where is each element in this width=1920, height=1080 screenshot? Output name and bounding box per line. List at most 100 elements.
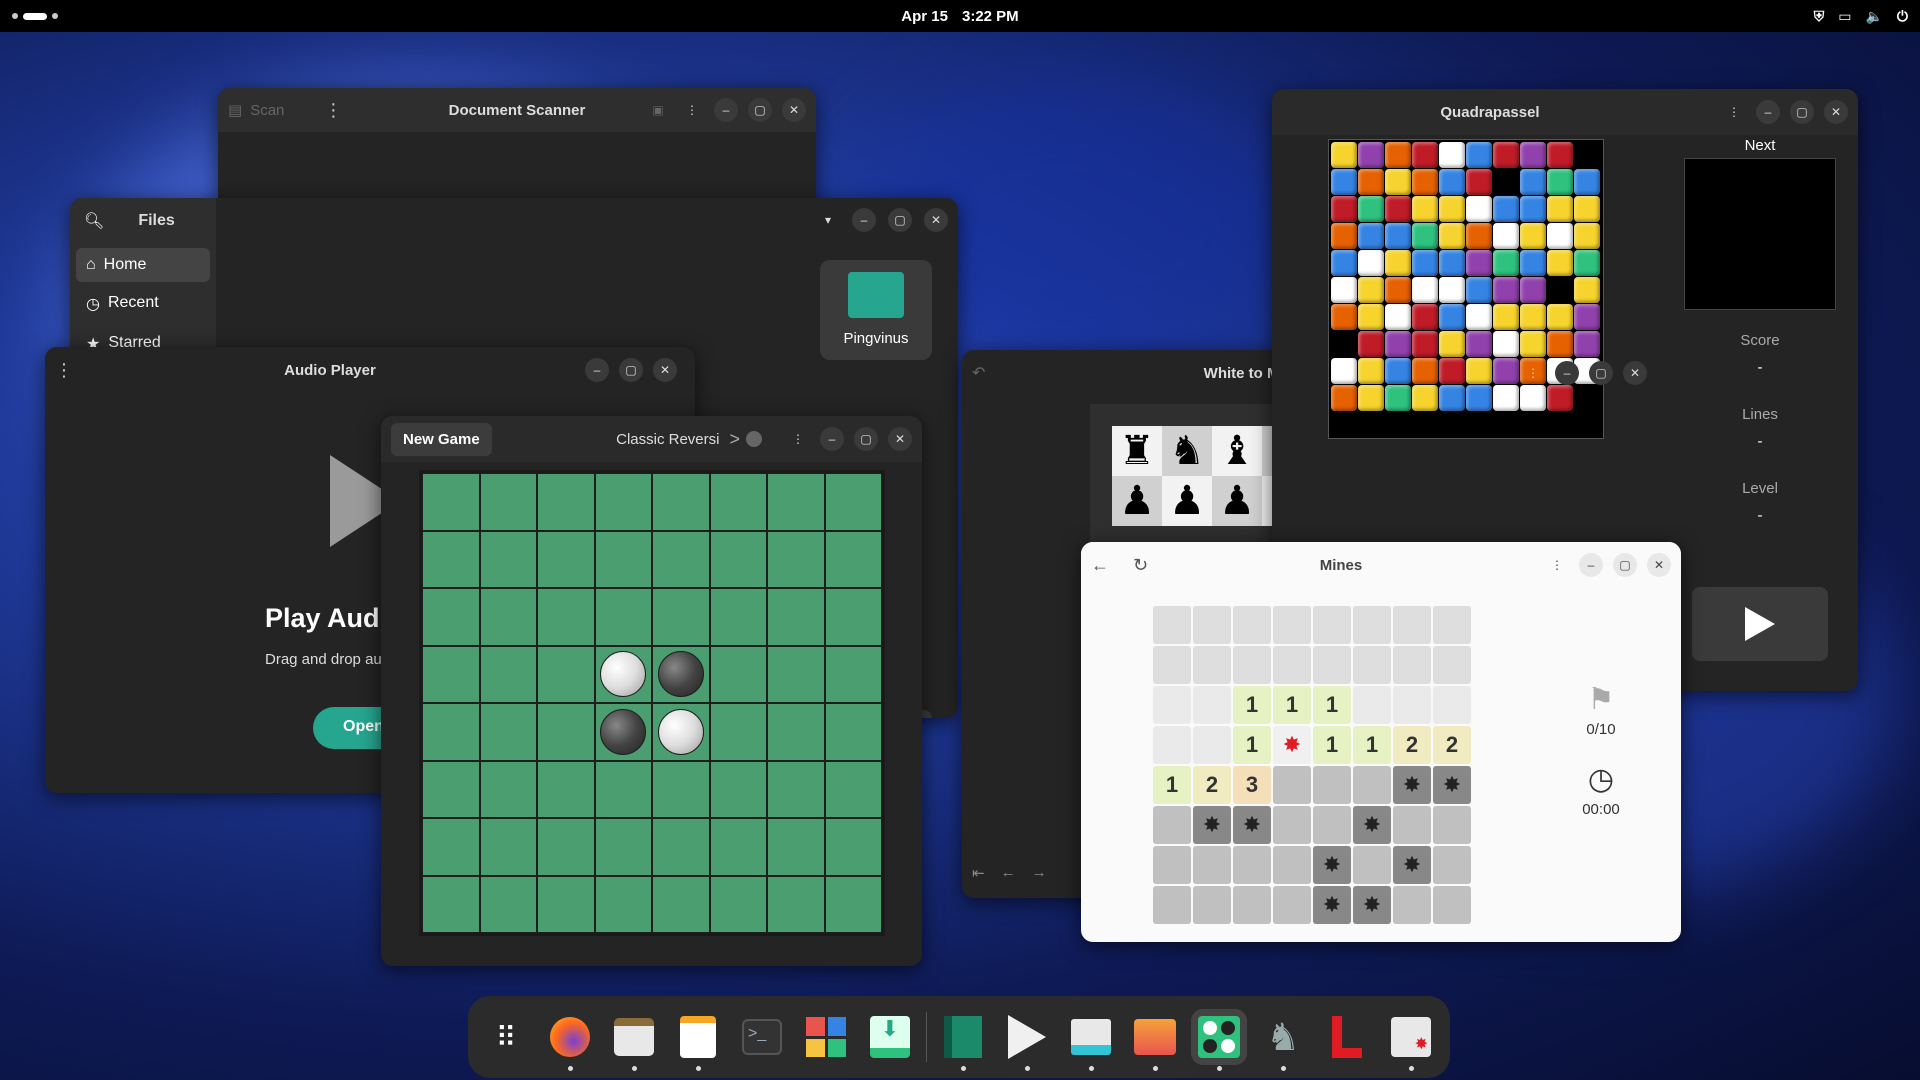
mine-cell[interactable]: ✸	[1313, 886, 1351, 924]
unrevealed-cell[interactable]	[1193, 686, 1231, 724]
board-cell[interactable]	[594, 875, 652, 933]
menu-icon[interactable]: ⋮	[1521, 361, 1545, 385]
close-button[interactable]: ✕	[1647, 553, 1671, 577]
board-cell[interactable]	[594, 473, 652, 531]
board-cell[interactable]	[824, 645, 882, 703]
number-cell[interactable]: 1	[1313, 686, 1351, 724]
number-cell[interactable]: 3	[1233, 766, 1271, 804]
unrevealed-cell[interactable]	[1153, 846, 1191, 884]
minefield[interactable]: 1 1 1 1 ✸ 1 1 2 2 1 2 3 ✸ ✸ ✸ ✸ ✸ ✸ ✸ ✸ ✸	[1153, 606, 1471, 924]
unrevealed-cell[interactable]	[1393, 686, 1431, 724]
board-cell[interactable]	[479, 760, 537, 818]
board-cell[interactable]	[767, 818, 825, 876]
board-cell[interactable]	[824, 875, 882, 933]
unrevealed-cell[interactable]	[1153, 606, 1191, 644]
board-cell[interactable]	[422, 818, 480, 876]
maximize-button[interactable]: ▢	[1613, 553, 1637, 577]
unrevealed-cell[interactable]	[1193, 606, 1231, 644]
board-cell[interactable]	[824, 703, 882, 761]
board-cell[interactable]	[537, 875, 595, 933]
board-cell[interactable]	[767, 760, 825, 818]
scan-menu-icon[interactable]: ⋮	[324, 100, 342, 121]
unrevealed-cell[interactable]	[1153, 646, 1191, 684]
new-game-button[interactable]: New Game	[391, 422, 492, 456]
shield-icon[interactable]: ⛨	[1814, 8, 1825, 25]
unrevealed-cell[interactable]	[1233, 646, 1271, 684]
software-updater-icon[interactable]: ⬇	[862, 1009, 918, 1065]
first-move-icon[interactable]: ⇤	[972, 864, 985, 882]
board-cell[interactable]	[652, 473, 710, 531]
board-cell[interactable]	[594, 703, 652, 761]
board-cell[interactable]	[422, 703, 480, 761]
number-cell[interactable]: 1	[1273, 686, 1311, 724]
minimize-button[interactable]: –	[714, 98, 738, 122]
board-cell[interactable]	[537, 473, 595, 531]
board-cell[interactable]	[767, 875, 825, 933]
unrevealed-cell[interactable]	[1353, 846, 1391, 884]
unrevealed-cell[interactable]	[1313, 766, 1351, 804]
unrevealed-cell[interactable]	[1433, 686, 1471, 724]
close-button[interactable]: ✕	[653, 358, 677, 382]
board-cell[interactable]	[537, 645, 595, 703]
unrevealed-cell[interactable]	[1273, 646, 1311, 684]
chess-square[interactable]: ♟	[1162, 476, 1212, 526]
chess-square[interactable]: ♜	[1112, 426, 1162, 476]
unrevealed-cell[interactable]	[1433, 806, 1471, 844]
unrevealed-cell[interactable]	[1353, 686, 1391, 724]
maximize-button[interactable]: ▢	[1790, 100, 1814, 124]
board-cell[interactable]	[479, 473, 537, 531]
board-cell[interactable]	[824, 760, 882, 818]
board-cell[interactable]	[537, 530, 595, 588]
unrevealed-cell[interactable]	[1433, 646, 1471, 684]
maximize-button[interactable]: ▢	[888, 208, 912, 232]
close-button[interactable]: ✕	[1824, 100, 1848, 124]
firefox-icon[interactable]	[542, 1009, 598, 1071]
board-cell[interactable]	[824, 473, 882, 531]
activities-indicator[interactable]	[12, 12, 58, 20]
mine-cell[interactable]: ✸	[1393, 766, 1431, 804]
number-cell[interactable]: 1	[1353, 726, 1391, 764]
board-cell[interactable]	[422, 760, 480, 818]
mine-cell[interactable]: ✸	[1313, 846, 1351, 884]
undo-icon[interactable]: ↶	[972, 363, 985, 383]
chess-square[interactable]: ♝	[1212, 426, 1262, 476]
board-cell[interactable]	[479, 818, 537, 876]
unrevealed-cell[interactable]	[1273, 766, 1311, 804]
number-cell[interactable]: 1	[1233, 686, 1271, 724]
unrevealed-cell[interactable]	[1393, 806, 1431, 844]
sidebar-item-home[interactable]: ⌂ Home	[76, 248, 210, 282]
board-cell[interactable]	[652, 645, 710, 703]
board-cell[interactable]	[422, 645, 480, 703]
terminal-icon[interactable]: >_	[734, 1009, 790, 1065]
board-cell[interactable]	[709, 703, 767, 761]
board-cell[interactable]	[422, 530, 480, 588]
unrevealed-cell[interactable]	[1313, 606, 1351, 644]
board-cell[interactable]	[767, 588, 825, 646]
image-viewer-icon[interactable]	[1127, 1009, 1183, 1071]
chevron-down-icon[interactable]: ▾	[816, 208, 840, 232]
unrevealed-cell[interactable]	[1153, 886, 1191, 924]
minimize-button[interactable]: –	[820, 427, 844, 451]
unrevealed-cell[interactable]	[1393, 606, 1431, 644]
play-button[interactable]	[1692, 587, 1828, 661]
board-cell[interactable]	[824, 588, 882, 646]
minimize-button[interactable]: –	[1756, 100, 1780, 124]
search-icon[interactable]: 🔍︎	[84, 211, 104, 231]
maximize-button[interactable]: ▢	[1589, 361, 1613, 385]
maximize-button[interactable]: ▢	[619, 358, 643, 382]
board-cell[interactable]	[479, 530, 537, 588]
board-cell[interactable]	[824, 818, 882, 876]
unrevealed-cell[interactable]	[1313, 806, 1351, 844]
menu-icon[interactable]: ⋮	[1722, 100, 1746, 124]
chess-square[interactable]: ♟	[1212, 476, 1262, 526]
reversi-board[interactable]	[419, 470, 885, 936]
board-cell[interactable]	[537, 818, 595, 876]
folder-item[interactable]: Pingvinus	[820, 260, 932, 360]
reversi-icon[interactable]	[1191, 1009, 1247, 1071]
text-editor-icon[interactable]	[670, 1009, 726, 1071]
unrevealed-cell[interactable]	[1273, 886, 1311, 924]
exploded-mine-cell[interactable]: ✸	[1273, 726, 1311, 764]
mine-cell[interactable]: ✸	[1353, 886, 1391, 924]
minimize-button[interactable]: –	[1555, 361, 1579, 385]
number-cell[interactable]: 1	[1233, 726, 1271, 764]
